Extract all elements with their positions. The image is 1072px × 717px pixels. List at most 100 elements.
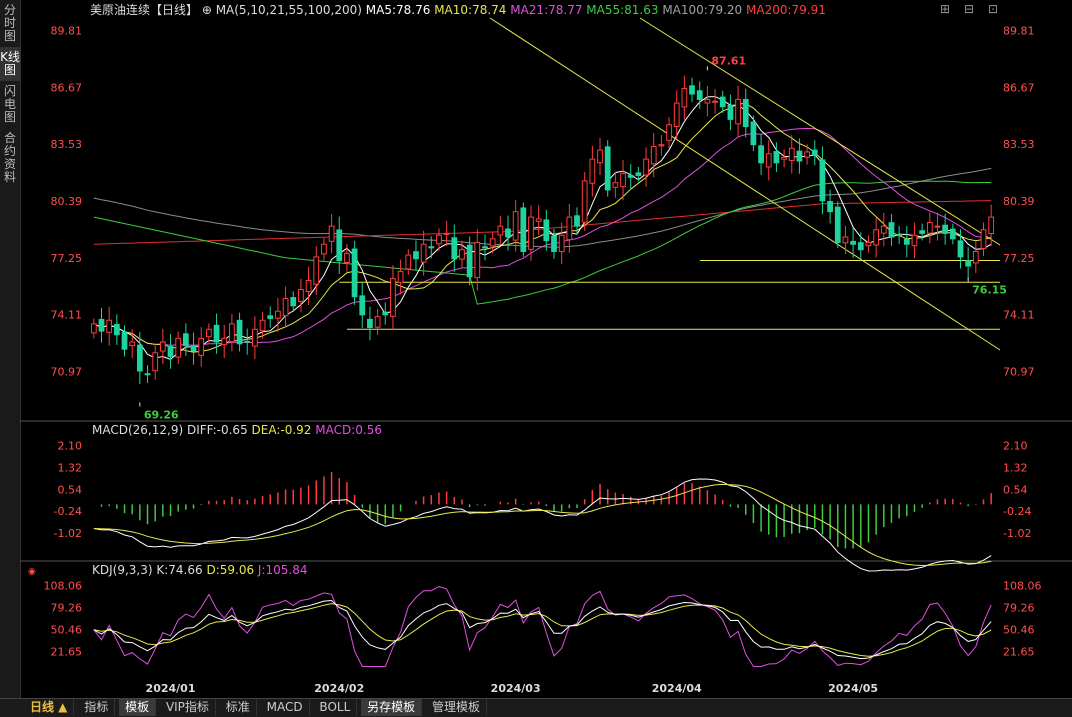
candle-body	[834, 206, 841, 243]
price-tick-right: 89.81	[1003, 24, 1035, 37]
kdj-value: D:59.06	[206, 563, 257, 577]
macd-tick-right: -1.02	[1003, 527, 1031, 540]
tab-time-sharing[interactable]: 分时图	[0, 0, 20, 47]
macd-header: MACD(26,12,9) DIFF:-0.65 DEA:-0.92 MACD:…	[92, 423, 382, 437]
candle-body	[574, 215, 580, 227]
candle-body	[428, 246, 435, 249]
tab-boll[interactable]: BOLL	[313, 699, 358, 716]
candle-body	[505, 228, 511, 238]
macd-tick-left: -0.24	[54, 505, 82, 518]
candle-body	[466, 244, 473, 278]
kdj-value: J:105.84	[257, 563, 308, 577]
candle-body	[443, 232, 450, 235]
candle-body	[758, 145, 764, 164]
candle-body	[612, 182, 619, 188]
macd-tick-left: 0.54	[58, 483, 83, 496]
candle-body	[451, 237, 458, 260]
kdj-tick-left: 79.26	[51, 601, 83, 614]
candle-body	[566, 216, 573, 241]
tab-flash[interactable]: 闪电图	[0, 81, 20, 128]
date-axis-label: 2024/03	[491, 682, 541, 695]
candle-body	[259, 319, 266, 332]
candle-body	[811, 149, 818, 157]
candle-body	[474, 241, 481, 279]
tab-manage-template[interactable]: 管理模板	[426, 699, 487, 716]
candle-body	[689, 85, 695, 95]
tab-template[interactable]: 模板	[119, 699, 157, 716]
candle-body	[413, 251, 419, 260]
tab-contract-info[interactable]: 合约资料	[0, 128, 20, 188]
candle-body	[604, 146, 611, 191]
kdj-tick-left: 21.65	[51, 645, 83, 658]
candle-body	[788, 147, 795, 161]
price-tick-left: 74.11	[51, 309, 83, 322]
tab-kline[interactable]: K线图	[0, 47, 20, 81]
date-axis-label: 2024/02	[314, 682, 364, 695]
kdj-tick-right: 21.65	[1003, 645, 1035, 658]
candle-body	[482, 246, 488, 249]
candle-body	[934, 225, 941, 228]
candle-body	[129, 341, 136, 347]
tab-save-template[interactable]: 另存模板	[361, 699, 423, 716]
candle-body	[888, 222, 895, 238]
macd-value: MACD:0.56	[315, 423, 382, 437]
instrument-title[interactable]: 美原油连续【日线】 ⊕	[90, 2, 216, 17]
candle-body	[926, 222, 933, 234]
candle-body	[957, 240, 964, 258]
tab-macd[interactable]: MACD	[261, 699, 310, 716]
candle-body	[520, 207, 527, 252]
candle-body	[305, 279, 312, 293]
candle-body	[205, 328, 212, 338]
candle-body	[673, 102, 680, 128]
ma-value: MA10:78.74	[434, 3, 510, 17]
macd-tick-left: 1.32	[58, 461, 83, 474]
candle-body	[880, 225, 887, 234]
candle-body	[589, 158, 596, 184]
candle-body	[182, 333, 189, 347]
candle-body	[106, 319, 113, 333]
tab-indicator[interactable]: 指标	[78, 699, 116, 716]
price-tick-left: 77.25	[51, 252, 83, 265]
price-tick-right: 70.97	[1003, 365, 1035, 378]
kdj-d-line	[93, 603, 992, 657]
macd-diff-line	[93, 478, 992, 572]
period-sidebar: 分时图 K线图 闪电图 合约资料	[0, 0, 21, 700]
candle-body	[113, 323, 120, 336]
candle-body	[988, 216, 995, 235]
tab-standard[interactable]: 标准	[220, 699, 257, 716]
candle-body	[382, 311, 389, 316]
period-selector[interactable]: 日线 ▲	[0, 699, 75, 716]
candle-body	[742, 99, 749, 128]
candle-body	[850, 240, 856, 245]
window-control-icon[interactable]: ⊞	[940, 2, 950, 16]
ma-header: 美原油连续【日线】 ⊕ MA(5,10,21,55,100,200) MA5:7…	[90, 2, 826, 17]
window-control-icon[interactable]: ⊡	[988, 2, 998, 16]
candle-body	[213, 324, 220, 343]
ma55-line	[93, 180, 992, 305]
candle-body	[643, 158, 649, 176]
candle-body	[535, 218, 542, 222]
candle-body	[635, 172, 642, 176]
tab-vip-indicator[interactable]: VIP指标	[160, 699, 216, 716]
candle-body	[367, 318, 373, 329]
candle-body	[190, 345, 197, 352]
candle-body	[436, 234, 442, 245]
price-tick-left: 70.97	[51, 365, 83, 378]
kline-chart[interactable]: 美原油连续【日线】 ⊕ MA(5,10,21,55,100,200) MA5:7…	[20, 0, 1072, 700]
candle-body	[903, 238, 910, 245]
price-tick-right: 74.11	[1003, 309, 1035, 322]
macd-value: DIFF:-0.65	[187, 423, 252, 437]
candle-body	[512, 211, 519, 241]
candle-body	[298, 288, 304, 303]
candle-body	[712, 100, 718, 103]
trend-channel-lower	[489, 17, 1001, 351]
candle-body	[152, 352, 159, 372]
candle-body	[351, 248, 358, 298]
ma-value: MA100:79.20	[662, 3, 746, 17]
macd-tick-left: -1.02	[54, 527, 82, 540]
candle-body	[704, 98, 711, 104]
window-control-icon[interactable]: ⊟	[964, 2, 974, 16]
candle-body	[252, 328, 258, 347]
candle-body	[827, 201, 833, 213]
candle-body	[972, 250, 979, 264]
